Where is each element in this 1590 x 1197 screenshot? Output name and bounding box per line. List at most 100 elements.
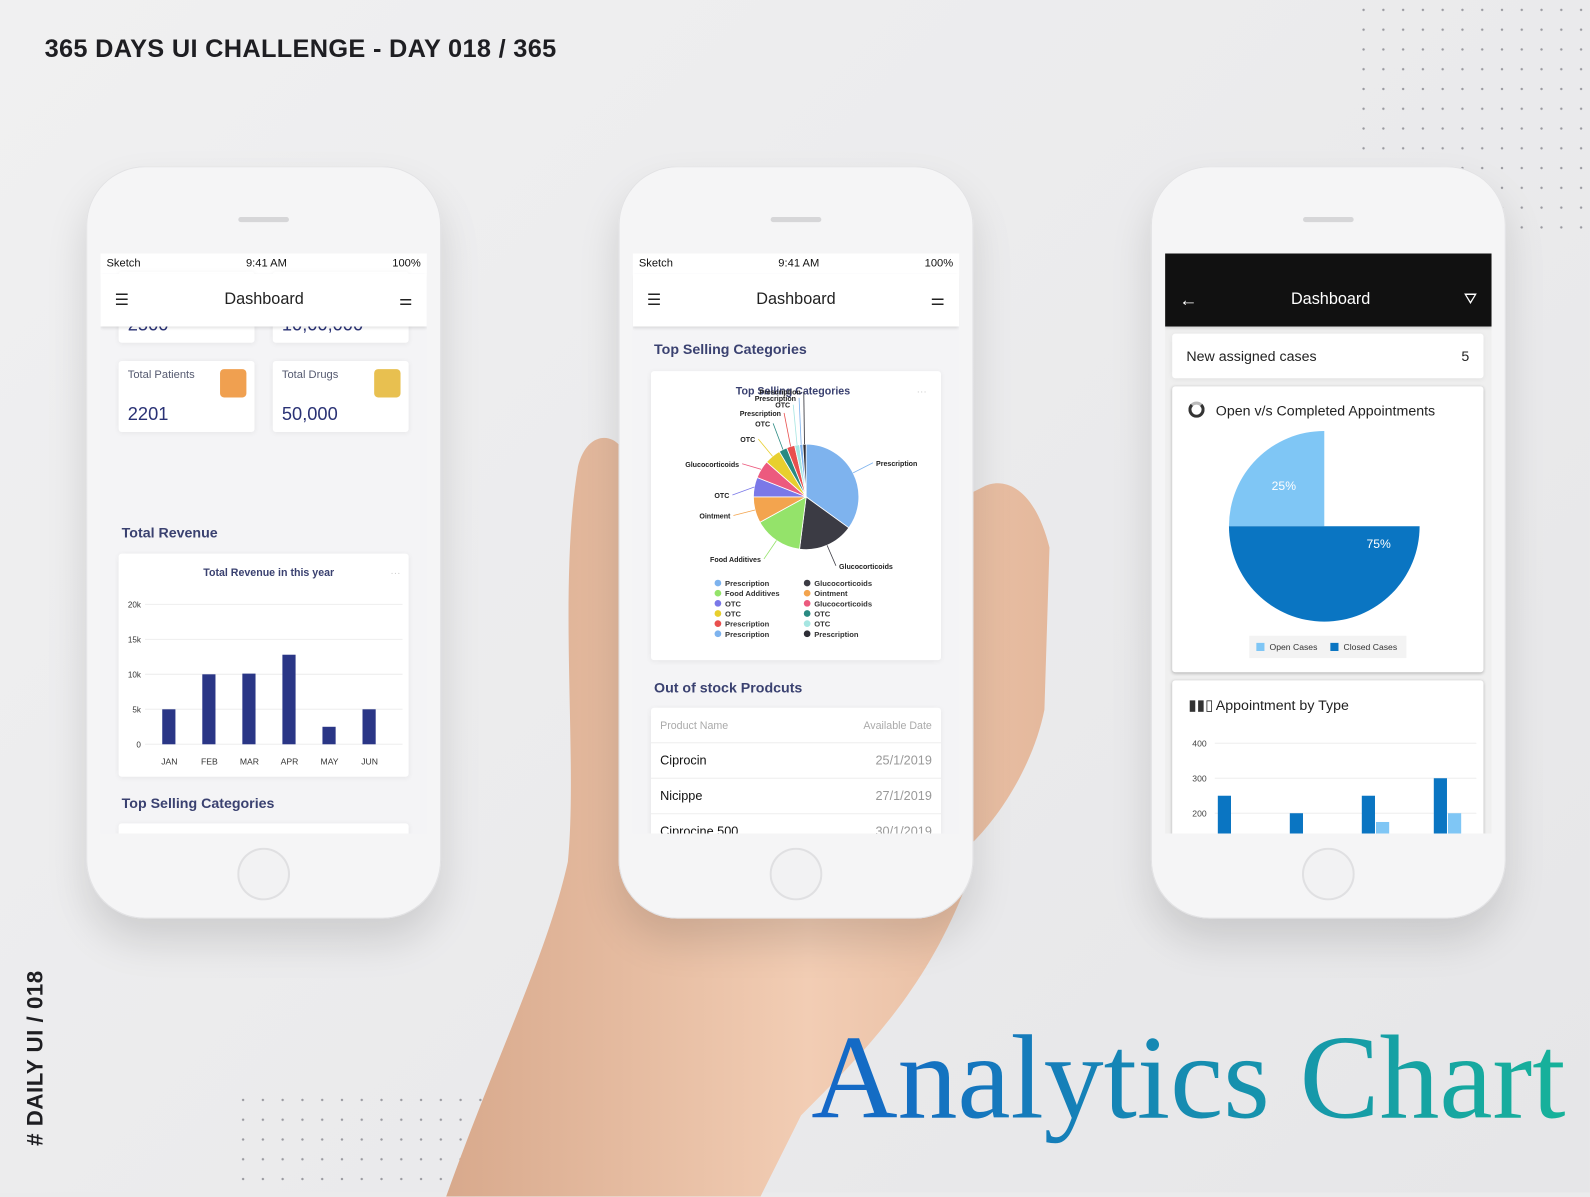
slice-label: OTC — [740, 436, 755, 444]
section-title-top-selling: Top Selling Categories — [654, 340, 807, 357]
slice-percent: 25% — [1272, 479, 1297, 493]
stat-card[interactable]: Total Drugs 50,000 — [272, 360, 409, 432]
product-name: Nicippe — [660, 788, 703, 803]
table-row[interactable]: Nicippe 27/1/2019 — [650, 777, 941, 812]
screen-dashboard-3: ← Dashboard ⛛ New assigned cases 5 Open … — [1165, 253, 1492, 834]
more-icon[interactable]: ··· — [917, 386, 927, 397]
bar — [1217, 795, 1231, 834]
hamburger-icon[interactable]: ☰ — [647, 290, 662, 310]
slice-label: Glucocorticoids — [685, 461, 739, 469]
y-tick-label: 200 — [1192, 808, 1207, 818]
slice-label: Prescription — [759, 388, 800, 396]
revenue-chart-card: Total Revenue in this year ··· 0 5k 10k 15k 20… — [118, 553, 409, 777]
table-row[interactable]: Ciprocin 25/1/2019 — [650, 742, 941, 776]
leader-line — [772, 423, 784, 450]
challenge-title: 365 DAYS UI CHALLENGE - DAY 018 / 365 — [44, 34, 557, 63]
leader-line — [783, 412, 792, 447]
home-button[interactable] — [1301, 847, 1355, 901]
new-assigned-cases-row[interactable]: New assigned cases 5 — [1172, 333, 1484, 379]
legend-label: Food Additives — [725, 589, 780, 598]
x-tick-label: JAN — [161, 757, 177, 767]
legend-label: Prescription — [725, 579, 770, 588]
x-tick-label: APR — [281, 757, 299, 767]
legend-swatch — [714, 579, 722, 587]
y-tick-label: 400 — [1192, 738, 1207, 748]
bar — [282, 654, 296, 745]
more-icon[interactable]: ··· — [390, 568, 400, 579]
stat-card[interactable]: Total Patients 2201 — [118, 360, 255, 432]
speaker — [1302, 216, 1354, 223]
legend-swatch — [1330, 642, 1339, 651]
section-title-top-selling: Top Selling Categories — [121, 794, 275, 812]
legend-label: OTC — [814, 620, 831, 629]
nav-bar: ☰ Dashboard ⚌ — [100, 273, 427, 327]
carrier: Sketch — [106, 257, 141, 270]
leader-line — [763, 540, 777, 560]
status-bar: Sketch 9:41 AM 100% — [632, 253, 960, 274]
legend-swatch — [803, 610, 811, 617]
leader-line — [798, 397, 802, 445]
table-row[interactable]: Ciprocine 500 30/1/2019 — [650, 813, 941, 834]
pie-slice — [1228, 526, 1420, 622]
phone-2: Sketch 9:41 AM 100% ☰ Dashboard ⚌ Top Sell… — [618, 166, 974, 919]
bar — [1433, 778, 1447, 834]
funnel-icon[interactable]: ⛛ — [1464, 291, 1478, 309]
appointments-pie-chart: 25% 75% Open Cases Closed Cases — [1228, 430, 1420, 659]
cases-count: 5 — [1461, 347, 1470, 365]
bar — [1361, 795, 1375, 834]
leader-line — [792, 404, 798, 445]
phone-3: ← Dashboard ⛛ New assigned cases 5 Open … — [1150, 166, 1506, 919]
slice-label: Ointment — [699, 513, 731, 521]
pills-icon — [374, 369, 401, 398]
nav-title: Dashboard — [224, 291, 304, 309]
legend-swatch — [714, 610, 722, 617]
section-title-revenue: Total Revenue — [121, 524, 218, 541]
legend-label: OTC — [725, 599, 742, 608]
slice-label: OTC — [755, 420, 770, 428]
section-title-out-of-stock: Out of stock Prodcuts — [654, 679, 803, 696]
leader-line — [733, 509, 756, 516]
slice-label: OTC — [714, 492, 729, 500]
time: 9:41 AM — [778, 257, 820, 270]
y-tick-label: 10k — [128, 670, 142, 679]
y-tick-label: 15k — [128, 635, 142, 644]
legend-swatch — [714, 620, 722, 627]
x-tick-label: FEB — [201, 757, 218, 767]
time: 9:41 AM — [245, 257, 287, 270]
available-date: 25/1/2019 — [875, 752, 932, 768]
status-bar: Sketch 9:41 AM 100% — [100, 253, 427, 274]
y-tick-label: 20k — [128, 600, 142, 609]
leader-line — [826, 545, 837, 566]
legend-label: Open Cases — [1270, 642, 1318, 652]
bar-chart-icon: ▮▮▯ — [1188, 696, 1214, 714]
sliders-icon[interactable]: ⚌ — [931, 290, 946, 310]
leader-line — [852, 462, 874, 474]
legend-swatch — [803, 579, 811, 587]
slice-label: OTC — [775, 402, 790, 410]
home-button[interactable] — [769, 847, 823, 901]
top-selling-card — [118, 823, 409, 834]
column-product-name: Product Name — [660, 719, 729, 733]
stat-value: 2201 — [127, 403, 169, 424]
leader-line — [742, 463, 762, 470]
legend-label: Ointment — [814, 589, 848, 598]
hamburger-icon[interactable]: ☰ — [115, 290, 130, 310]
stat-value: 50,000 — [281, 403, 338, 424]
bar — [202, 674, 216, 745]
nav-title: Dashboard — [1290, 291, 1371, 309]
slice-percent: 75% — [1367, 537, 1392, 551]
home-button[interactable] — [237, 847, 291, 901]
x-tick-label: MAY — [321, 757, 339, 767]
bar — [1289, 813, 1303, 834]
arrow-left-icon[interactable]: ← — [1179, 289, 1197, 310]
out-of-stock-table: Product Name Available Date Ciprocin 25/1… — [650, 707, 941, 834]
leader-line — [803, 391, 805, 445]
revenue-bar-chart: Total Revenue in this year ··· 0 5k 10k 15k 20… — [128, 567, 403, 767]
product-name: Ciprocin — [660, 752, 707, 768]
chart-title: Total Revenue in this year — [203, 567, 334, 579]
slice-label: Prescription — [876, 460, 917, 468]
sliders-icon[interactable]: ⚌ — [399, 291, 413, 309]
appointment-type-title: Appointment by Type — [1215, 696, 1349, 713]
patient-icon — [220, 369, 247, 398]
legend-swatch — [714, 599, 722, 607]
